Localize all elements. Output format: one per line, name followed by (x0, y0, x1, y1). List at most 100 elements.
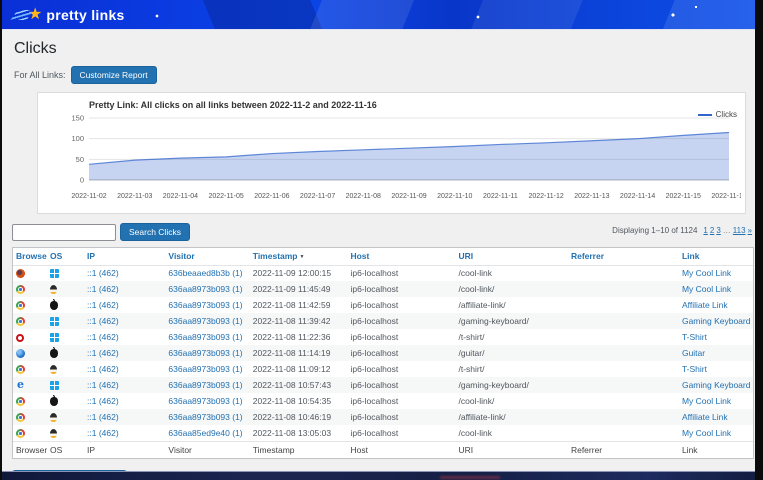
ip-link[interactable]: ::1 (462) (87, 284, 119, 294)
referrer-cell (568, 345, 679, 361)
firefox-icon (16, 269, 25, 278)
uri-cell: /cool-link (455, 425, 567, 441)
host-cell: ip6-localhost (347, 313, 455, 329)
sort-timestamp-link[interactable]: Timestamp (253, 251, 298, 261)
sort-uri-link[interactable]: URI (458, 251, 473, 261)
uri-cell: /t-shirt/ (455, 329, 567, 345)
host-cell: ip6-localhost (347, 361, 455, 377)
timestamp-cell: 2022-11-08 10:57:43 (250, 377, 348, 393)
visitor-link[interactable]: 636aa8973b093 (1) (168, 380, 242, 390)
referrer-cell (568, 409, 679, 425)
sort-visitor-link[interactable]: Visitor (168, 251, 194, 261)
ip-link[interactable]: ::1 (462) (87, 428, 119, 438)
table-row: ::1 (462) 636aa8973b093 (1) 2022-11-08 1… (13, 329, 753, 345)
visitor-link[interactable]: 636beaaed8b3b (1) (168, 268, 242, 278)
ip-link[interactable]: ::1 (462) (87, 412, 119, 422)
link-link[interactable]: My Cool Link (682, 428, 731, 438)
footer-col-uri: URI (455, 441, 567, 458)
sort-link-link[interactable]: Link (682, 251, 699, 261)
footer-col-visitor: Visitor (165, 441, 249, 458)
sort-ip-link[interactable]: IP (87, 251, 95, 261)
page-2-link[interactable]: 2 (710, 226, 714, 235)
host-cell: ip6-localhost (347, 425, 455, 441)
referrer-cell (568, 329, 679, 345)
host-cell: ip6-localhost (347, 377, 455, 393)
link-link[interactable]: T-Shirt (682, 332, 707, 342)
page-1-link[interactable]: 1 (703, 226, 707, 235)
host-cell: ip6-localhost (347, 329, 455, 345)
link-link[interactable]: Gaming Keyboard (682, 316, 751, 326)
visitor-link[interactable]: 636aa8973b093 (1) (168, 300, 242, 310)
visitor-link[interactable]: 636aa8973b093 (1) (168, 396, 242, 406)
link-link[interactable]: Affiliate Link (682, 300, 728, 310)
svg-text:2022-11-11: 2022-11-11 (483, 193, 518, 200)
referrer-cell (568, 425, 679, 441)
link-link[interactable]: My Cool Link (682, 396, 731, 406)
svg-text:150: 150 (71, 114, 84, 123)
ip-link[interactable]: ::1 (462) (87, 268, 119, 278)
ip-link[interactable]: ::1 (462) (87, 364, 119, 374)
sort-browser-link[interactable]: Browser (16, 251, 47, 261)
page-title: Clicks (14, 40, 754, 58)
customize-report-button[interactable]: Customize Report (71, 66, 157, 84)
uri-cell: /cool-link/ (455, 393, 567, 409)
edge-icon (16, 381, 25, 390)
timestamp-cell: 2022-11-08 11:14:19 (250, 345, 348, 361)
ip-link[interactable]: ::1 (462) (87, 332, 119, 342)
uri-cell: /cool-link/ (455, 281, 567, 297)
link-link[interactable]: T-Shirt (682, 364, 707, 374)
table-row: ::1 (462) 636aa8973b093 (1) 2022-11-08 1… (13, 377, 753, 393)
chrome-icon (16, 429, 25, 438)
ip-link[interactable]: ::1 (462) (87, 316, 119, 326)
visitor-link[interactable]: 636aa8973b093 (1) (168, 364, 242, 374)
legend-label: Clicks (716, 110, 737, 119)
link-link[interactable]: My Cool Link (682, 284, 731, 294)
svg-text:2022-11-16: 2022-11-16 (711, 193, 741, 200)
referrer-cell (568, 377, 679, 393)
apple-icon (50, 397, 58, 406)
link-link[interactable]: Affiliate Link (682, 412, 728, 422)
link-link[interactable]: Guitar (682, 348, 705, 358)
timestamp-cell: 2022-11-08 11:22:36 (250, 329, 348, 345)
svg-text:2022-11-05: 2022-11-05 (208, 193, 243, 200)
page-3-link[interactable]: 3 (716, 226, 720, 235)
chrome-icon (16, 285, 25, 294)
table-row: ::1 (462) 636aa8973b093 (1) 2022-11-08 1… (13, 409, 753, 425)
svg-text:50: 50 (76, 155, 84, 164)
ip-link[interactable]: ::1 (462) (87, 300, 119, 310)
visitor-link[interactable]: 636aa8973b093 (1) (168, 284, 242, 294)
svg-text:2022-11-15: 2022-11-15 (666, 193, 701, 200)
table-header: BrowserOSIPVisitorTimestamp▼HostURIRefer… (13, 248, 753, 265)
ip-link[interactable]: ::1 (462) (87, 348, 119, 358)
ip-link[interactable]: ::1 (462) (87, 396, 119, 406)
host-cell: ip6-localhost (347, 297, 455, 313)
search-input[interactable] (12, 224, 116, 241)
referrer-cell (568, 265, 679, 281)
visitor-link[interactable]: 636aa8973b093 (1) (168, 412, 242, 422)
table-row: ::1 (462) 636aa8973b093 (1) 2022-11-09 1… (13, 281, 753, 297)
footer-col-os: OS (47, 441, 84, 458)
linux-icon (50, 365, 57, 374)
chrome-icon (16, 397, 25, 406)
sort-referrer-link[interactable]: Referrer (571, 251, 604, 261)
referrer-cell (568, 313, 679, 329)
logo-text: pretty links (46, 7, 124, 23)
ip-link[interactable]: ::1 (462) (87, 380, 119, 390)
sort-os-link[interactable]: OS (50, 251, 62, 261)
last-page-link[interactable]: 113 (733, 226, 746, 235)
svg-text:2022-11-02: 2022-11-02 (71, 193, 106, 200)
link-link[interactable]: Gaming Keyboard (682, 380, 751, 390)
visitor-link[interactable]: 636aa8973b093 (1) (168, 332, 242, 342)
search-clicks-button[interactable]: Search Clicks (120, 223, 190, 241)
visitor-link[interactable]: 636aa8973b093 (1) (168, 316, 242, 326)
sort-host-link[interactable]: Host (350, 251, 369, 261)
next-page-link[interactable]: » (748, 226, 752, 235)
visitor-link[interactable]: 636aa8973b093 (1) (168, 348, 242, 358)
table-row: ::1 (462) 636aa85ed9e40 (1) 2022-11-08 1… (13, 425, 753, 441)
footer-col-link: Link (679, 441, 753, 458)
link-link[interactable]: My Cool Link (682, 268, 731, 278)
svg-text:2022-11-04: 2022-11-04 (163, 193, 198, 200)
table-row: ::1 (462) 636aa8973b093 (1) 2022-11-08 1… (13, 345, 753, 361)
visitor-link[interactable]: 636aa85ed9e40 (1) (168, 428, 242, 438)
clicks-area-chart: 0501001502022-11-022022-11-032022-11-042… (41, 110, 741, 206)
